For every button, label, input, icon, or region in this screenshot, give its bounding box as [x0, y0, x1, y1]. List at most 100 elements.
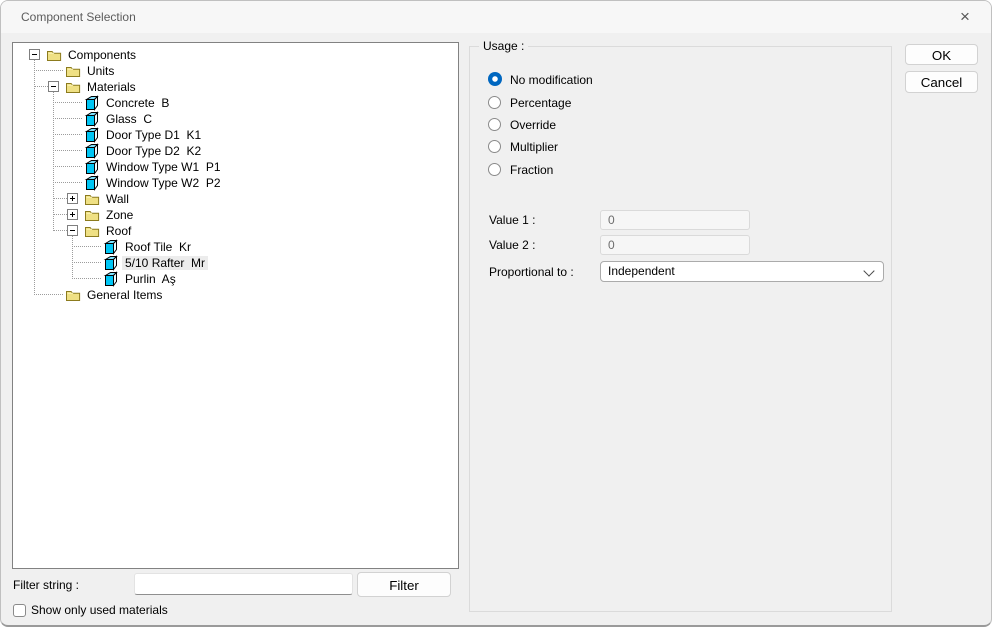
tree-item-label: General Items: [84, 288, 165, 302]
tree-item-label: Wall: [103, 192, 132, 206]
tree-item[interactable]: Door Type D1 K1: [13, 127, 458, 143]
usage-groupbox: Usage : No modificationPercentageOverrid…: [469, 46, 892, 612]
proportional-to-label: Proportional to :: [489, 264, 574, 280]
radio-icon[interactable]: [488, 96, 501, 109]
tree-connector: [53, 118, 82, 119]
cube-icon: [84, 127, 100, 143]
cube-icon: [103, 255, 119, 271]
tree-item-label: Glass C: [103, 112, 155, 126]
tree-item[interactable]: Purlin Aş: [13, 271, 458, 287]
component-selection-dialog: Component Selection × Components Units Mat…: [0, 0, 992, 627]
show-only-used-label: Show only used materials: [31, 602, 168, 618]
filter-string-label: Filter string :: [13, 577, 79, 593]
tree-connector: [53, 150, 82, 151]
folder-icon: [84, 207, 100, 223]
tree-connector: [53, 166, 82, 167]
proportional-to-dropdown[interactable]: Independent: [600, 261, 884, 282]
tree-connector: [53, 198, 67, 199]
tree-item[interactable]: Wall: [13, 191, 458, 207]
tree-item-label: Roof Tile Kr: [122, 240, 194, 254]
usage-option-label: No modification: [510, 72, 593, 88]
cube-icon: [84, 95, 100, 111]
chevron-down-icon: [863, 265, 874, 276]
expand-plus-icon[interactable]: [67, 209, 78, 220]
tree-item-label: Roof: [103, 224, 134, 238]
close-icon[interactable]: ×: [947, 2, 983, 32]
tree-item-label: Door Type D2 K2: [103, 144, 204, 158]
tree-item-label: 5/10 Rafter Mr: [122, 256, 208, 270]
filter-button[interactable]: Filter: [357, 572, 451, 597]
usage-group-label: Usage :: [479, 39, 528, 54]
tree-item-label: Door Type D1 K1: [103, 128, 204, 142]
collapse-minus-icon[interactable]: [48, 81, 59, 92]
tree-connector: [53, 134, 82, 135]
tree-item[interactable]: Roof: [13, 223, 458, 239]
tree-item-label: Components: [65, 48, 139, 62]
dialog-title: Component Selection: [21, 1, 136, 33]
tree-connector: [53, 214, 67, 215]
folder-icon: [84, 191, 100, 207]
tree-item[interactable]: General Items: [13, 287, 458, 303]
usage-option-label: Percentage: [510, 95, 571, 111]
collapse-minus-icon[interactable]: [29, 49, 40, 60]
tree-guide-line: [53, 92, 54, 231]
folder-icon: [65, 79, 81, 95]
tree-item[interactable]: Glass C: [13, 111, 458, 127]
title-bar: Component Selection ×: [1, 1, 991, 33]
ok-button[interactable]: OK: [905, 44, 978, 65]
tree-guide-line: [72, 236, 73, 279]
proportional-to-value: Independent: [608, 264, 675, 278]
folder-icon: [65, 63, 81, 79]
collapse-minus-icon[interactable]: [67, 225, 78, 236]
radio-icon[interactable]: [488, 163, 501, 176]
tree-connector: [72, 278, 101, 279]
tree-item[interactable]: Window Type W1 P1: [13, 159, 458, 175]
tree-item-label: Materials: [84, 80, 139, 94]
tree-item[interactable]: Door Type D2 K2: [13, 143, 458, 159]
usage-option-label: Fraction: [510, 162, 553, 178]
tree-connector: [72, 262, 101, 263]
show-only-used-checkbox[interactable]: [13, 604, 26, 617]
radio-icon[interactable]: [488, 140, 501, 153]
tree-item[interactable]: Units: [13, 63, 458, 79]
folder-icon: [46, 47, 62, 63]
component-tree[interactable]: Components Units Materials Concrete B Glass …: [12, 42, 459, 569]
tree-item-label: Window Type W1 P1: [103, 160, 224, 174]
tree-item[interactable]: 5/10 Rafter Mr: [13, 255, 458, 271]
tree-connector: [34, 294, 63, 295]
tree-item[interactable]: Roof Tile Kr: [13, 239, 458, 255]
tree-item[interactable]: Components: [13, 47, 458, 63]
tree-item[interactable]: Zone: [13, 207, 458, 223]
cube-icon: [84, 111, 100, 127]
tree-item-label: Units: [84, 64, 117, 78]
tree-connector: [72, 246, 101, 247]
value2-label: Value 2 :: [489, 237, 535, 253]
tree-connector: [53, 102, 82, 103]
cube-icon: [84, 143, 100, 159]
tree-guide-line: [34, 60, 35, 295]
folder-icon: [65, 287, 81, 303]
tree-item-label: Purlin Aş: [122, 272, 179, 286]
filter-string-input[interactable]: [134, 573, 353, 595]
tree-item[interactable]: Concrete B: [13, 95, 458, 111]
tree-item-label: Zone: [103, 208, 136, 222]
tree-item-label: Window Type W2 P2: [103, 176, 224, 190]
cube-icon: [84, 159, 100, 175]
usage-option-label: Override: [510, 117, 556, 133]
radio-icon[interactable]: [488, 118, 501, 131]
tree-item[interactable]: Materials: [13, 79, 458, 95]
tree-item-label: Concrete B: [103, 96, 172, 110]
usage-option-label: Multiplier: [510, 139, 558, 155]
value2-input: 0: [600, 235, 750, 255]
cancel-button[interactable]: Cancel: [905, 71, 978, 93]
folder-icon: [84, 223, 100, 239]
tree-connector: [34, 70, 63, 71]
cube-icon: [103, 239, 119, 255]
value1-input: 0: [600, 210, 750, 230]
cube-icon: [103, 271, 119, 287]
tree-connector: [34, 86, 48, 87]
expand-plus-icon[interactable]: [67, 193, 78, 204]
radio-selected-icon[interactable]: [488, 72, 502, 86]
tree-connector: [53, 182, 82, 183]
tree-item[interactable]: Window Type W2 P2: [13, 175, 458, 191]
